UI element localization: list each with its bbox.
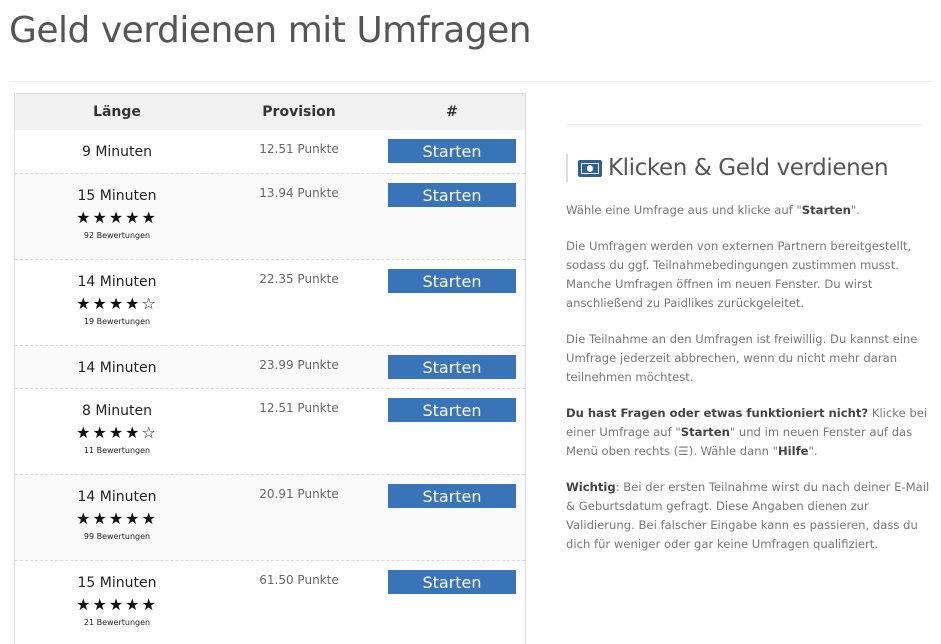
commission-points: 22.35 Punkte — [259, 272, 339, 286]
star-rating-icon: ★★★★★ — [76, 509, 158, 528]
instruction-paragraph: Wähle eine Umfrage aus und klicke auf "S… — [566, 203, 860, 217]
table-row: 15 Minuten ★★★★★ 92 Bewertungen 13.94 Punkt… — [15, 173, 525, 259]
action-cell: Starten — [379, 346, 525, 388]
start-survey-button[interactable]: Starten — [388, 484, 516, 508]
start-survey-button[interactable]: Starten — [388, 398, 516, 422]
start-survey-button[interactable]: Starten — [388, 570, 516, 594]
header-action: # — [446, 104, 458, 120]
rating-count: 99 Bewertungen — [83, 532, 151, 541]
survey-table: Länge Provision # 9 Minuten 12.51 Punkte S… — [14, 93, 526, 644]
sidebar-instructions: Wähle eine Umfrage aus und klicke auf "S… — [566, 201, 936, 571]
length-cell: 9 Minuten — [15, 130, 219, 173]
start-survey-button[interactable]: Starten — [388, 139, 516, 163]
length-cell: 14 Minuten ★★★★☆ 19 Bewertungen — [15, 260, 219, 345]
action-cell: Starten — [379, 561, 525, 644]
title-divider — [9, 81, 934, 82]
table-row: 14 Minuten ★★★★★ 99 Bewertungen 20.91 Punkt… — [15, 474, 525, 560]
sidebar-heading: Klicken & Geld verdienen — [566, 154, 889, 182]
survey-duration: 14 Minuten — [77, 360, 157, 376]
commission-points: 61.50 Punkte — [259, 573, 339, 587]
survey-duration: 8 Minuten — [81, 403, 153, 419]
survey-duration: 14 Minuten — [77, 274, 157, 290]
partner-paragraph: Die Umfragen werden von externen Partner… — [566, 239, 912, 310]
commission-points: 12.51 Punkte — [259, 142, 339, 156]
rating-count: 92 Bewertungen — [83, 231, 151, 240]
star-rating-icon: ★★★★★ — [76, 208, 158, 227]
commission-points: 23.99 Punkte — [259, 358, 339, 372]
money-bill-icon — [578, 159, 602, 177]
action-cell: Starten — [379, 475, 525, 560]
commission-points: 20.91 Punkte — [259, 487, 339, 501]
length-cell: 15 Minuten ★★★★★ 21 Bewertungen — [15, 561, 219, 644]
survey-duration: 9 Minuten — [81, 144, 153, 160]
star-rating-icon: ★★★★★ — [76, 595, 158, 614]
commission-points: 13.94 Punkte — [259, 186, 339, 200]
start-survey-button[interactable]: Starten — [388, 355, 516, 379]
action-cell: Starten — [379, 174, 525, 259]
survey-duration: 15 Minuten — [77, 188, 157, 204]
table-row: 15 Minuten ★★★★★ 21 Bewertungen 61.50 Punkt… — [15, 560, 525, 644]
length-cell: 15 Minuten ★★★★★ 92 Bewertungen — [15, 174, 219, 259]
table-header: Länge Provision # — [15, 94, 525, 130]
start-survey-button[interactable]: Starten — [388, 269, 516, 293]
table-row: 9 Minuten 12.51 Punkte Starten — [15, 130, 525, 173]
important-paragraph: Wichtig: Bei der ersten Teilnahme wirst … — [566, 480, 930, 551]
star-rating-icon: ★★★★☆ — [76, 294, 158, 313]
page-title: Geld verdienen mit Umfragen — [9, 10, 532, 51]
rating-count: 21 Bewertungen — [83, 618, 151, 627]
action-cell: Starten — [379, 389, 525, 474]
table-body: 9 Minuten 12.51 Punkte Starten 15 Minuten ★★… — [15, 130, 525, 644]
header-commission: Provision — [262, 104, 336, 120]
rating-count: 19 Bewertungen — [83, 317, 151, 326]
length-cell: 8 Minuten ★★★★☆ 11 Bewertungen — [15, 389, 219, 474]
sidebar-heading-text: Klicken & Geld verdienen — [608, 155, 889, 181]
length-cell: 14 Minuten — [15, 346, 219, 388]
header-length: Länge — [93, 104, 141, 120]
table-row: 14 Minuten ★★★★☆ 19 Bewertungen 22.35 Punkt… — [15, 259, 525, 345]
length-cell: 14 Minuten ★★★★★ 99 Bewertungen — [15, 475, 219, 560]
action-cell: Starten — [379, 130, 525, 173]
rating-count: 11 Bewertungen — [83, 446, 151, 455]
voluntary-paragraph: Die Teilnahme an den Umfragen ist freiwi… — [566, 332, 918, 384]
action-cell: Starten — [379, 260, 525, 345]
star-rating-icon: ★★★★☆ — [76, 423, 158, 442]
survey-duration: 14 Minuten — [77, 489, 157, 505]
commission-points: 12.51 Punkte — [259, 401, 339, 415]
survey-duration: 15 Minuten — [77, 575, 157, 591]
table-row: 14 Minuten 23.99 Punkte Starten — [15, 345, 525, 388]
start-survey-button[interactable]: Starten — [388, 183, 516, 207]
sidebar-divider — [566, 124, 923, 125]
table-row: 8 Minuten ★★★★☆ 11 Bewertungen 12.51 Punkte… — [15, 388, 525, 474]
help-paragraph: Du hast Fragen oder etwas funktioniert n… — [566, 406, 928, 458]
